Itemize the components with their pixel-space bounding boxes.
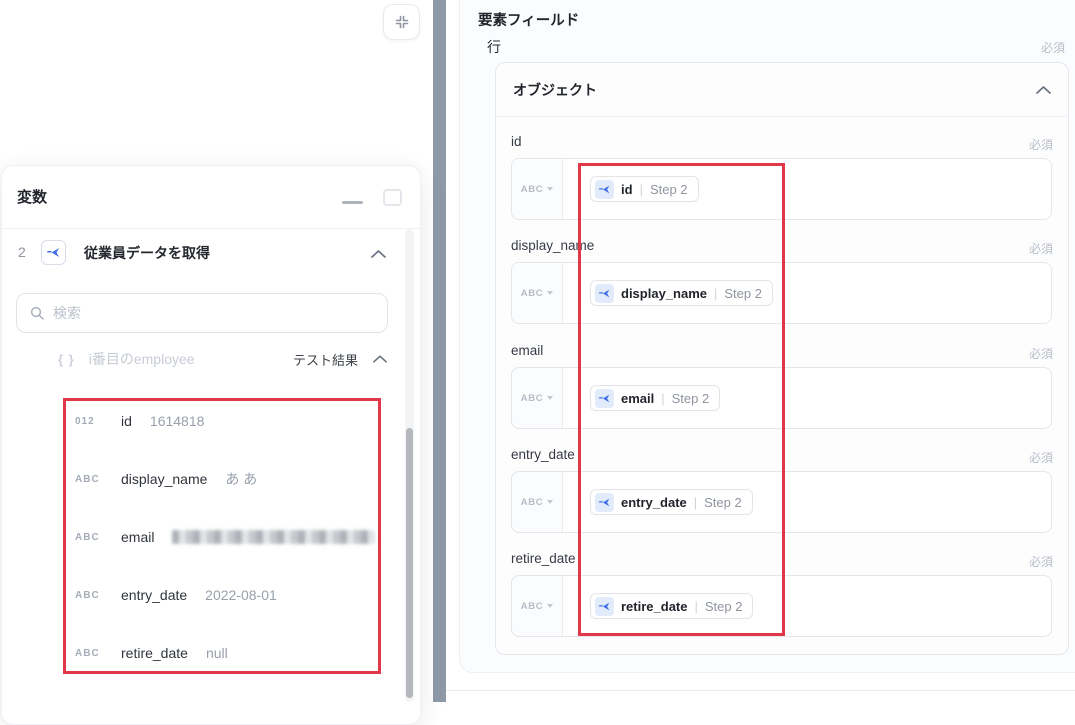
required-badge: 必須 [1029, 449, 1053, 466]
object-braces-icon: { } [58, 352, 75, 367]
app-icon [595, 180, 614, 199]
value-input[interactable]: id | Step 2 [563, 159, 1051, 219]
field-input-email[interactable]: ABC email | Step 2 [511, 367, 1052, 429]
variables-window-title: 変数 [17, 186, 47, 207]
step-name[interactable]: 従業員データを取得 [84, 243, 210, 263]
section-divider [446, 690, 1075, 691]
type-dropdown[interactable]: ABC [512, 576, 563, 636]
text-type-icon: ABC [75, 474, 103, 485]
row-label: 行 [487, 37, 501, 57]
chevron-up-icon[interactable] [1035, 84, 1052, 96]
panel-divider [433, 0, 446, 702]
test-result-label[interactable]: テスト結果 [293, 350, 358, 369]
field-input-display-name[interactable]: ABC display_name | Step 2 [511, 262, 1052, 324]
collapse-panel-button[interactable] [383, 4, 420, 40]
group-label: i番目のemployee [89, 349, 195, 369]
caret-down-icon [547, 500, 553, 504]
type-dropdown-label: ABC [521, 184, 543, 195]
search-icon [29, 305, 45, 321]
variable-row-display-name[interactable]: ABC display_name あ あ [75, 468, 375, 490]
chevron-up-icon[interactable] [370, 248, 387, 260]
employee-group-row[interactable]: { } i番目のemployee テスト結果 [16, 348, 388, 370]
field-label-display-name: display_name [511, 238, 594, 253]
value-input[interactable]: retire_date | Step 2 [563, 576, 1051, 636]
step-number: 2 [18, 244, 26, 260]
divider [2, 228, 420, 229]
field-label-email: email [511, 343, 543, 358]
app-icon [595, 493, 614, 512]
scrollbar-thumb[interactable] [406, 428, 413, 698]
object-section-title: オブジェクト [513, 80, 597, 100]
app-icon [595, 597, 614, 616]
type-dropdown[interactable]: ABC [512, 159, 563, 219]
required-badge: 必須 [1029, 345, 1053, 362]
maximize-icon[interactable] [383, 189, 402, 206]
variable-chip-display-name[interactable]: display_name | Step 2 [590, 280, 773, 306]
type-dropdown[interactable]: ABC [512, 368, 563, 428]
element-field-title: 要素フィールド [478, 9, 579, 30]
search-box[interactable] [16, 293, 388, 333]
text-type-icon: ABC [75, 648, 103, 659]
app-icon [595, 389, 614, 408]
caret-down-icon [547, 291, 553, 295]
minimize-icon[interactable] [342, 201, 363, 204]
variable-row-id[interactable]: 012 id 1614818 [75, 410, 375, 432]
caret-down-icon [547, 604, 553, 608]
type-dropdown[interactable]: ABC [512, 472, 563, 532]
value-input[interactable]: entry_date | Step 2 [563, 472, 1051, 532]
text-type-icon: ABC [75, 532, 103, 543]
variable-chip-email[interactable]: email | Step 2 [590, 385, 720, 411]
caret-down-icon [547, 187, 553, 191]
step-app-icon [41, 240, 66, 265]
required-badge: 必須 [1029, 240, 1053, 257]
app-icon [595, 284, 614, 303]
field-label-entry-date: entry_date [511, 447, 575, 462]
required-badge: 必須 [1029, 553, 1053, 570]
object-section [495, 62, 1069, 655]
collapse-icon [394, 14, 410, 30]
required-badge: 必須 [1029, 136, 1053, 153]
caret-down-icon [547, 396, 553, 400]
divider [496, 116, 1068, 117]
variable-row-email[interactable]: ABC email [75, 526, 375, 548]
number-type-icon: 012 [75, 416, 103, 427]
field-label-id: id [511, 134, 522, 149]
field-label-retire-date: retire_date [511, 551, 576, 566]
variable-chip-id[interactable]: id | Step 2 [590, 176, 699, 202]
type-dropdown[interactable]: ABC [512, 263, 563, 323]
variable-row-retire-date[interactable]: ABC retire_date null [75, 642, 375, 664]
required-badge: 必須 [1041, 39, 1065, 56]
field-input-retire-date[interactable]: ABC retire_date | Step 2 [511, 575, 1052, 637]
search-input[interactable] [53, 305, 375, 321]
text-type-icon: ABC [75, 590, 103, 601]
chevron-up-icon[interactable] [372, 353, 388, 365]
variable-row-entry-date[interactable]: ABC entry_date 2022-08-01 [75, 584, 375, 606]
field-input-entry-date[interactable]: ABC entry_date | Step 2 [511, 471, 1052, 533]
redacted-value [172, 530, 375, 544]
variable-chip-retire-date[interactable]: retire_date | Step 2 [590, 593, 753, 619]
value-input[interactable]: display_name | Step 2 [563, 263, 1051, 323]
value-input[interactable]: email | Step 2 [563, 368, 1051, 428]
field-input-id[interactable]: ABC id | Step 2 [511, 158, 1052, 220]
variable-chip-entry-date[interactable]: entry_date | Step 2 [590, 489, 753, 515]
